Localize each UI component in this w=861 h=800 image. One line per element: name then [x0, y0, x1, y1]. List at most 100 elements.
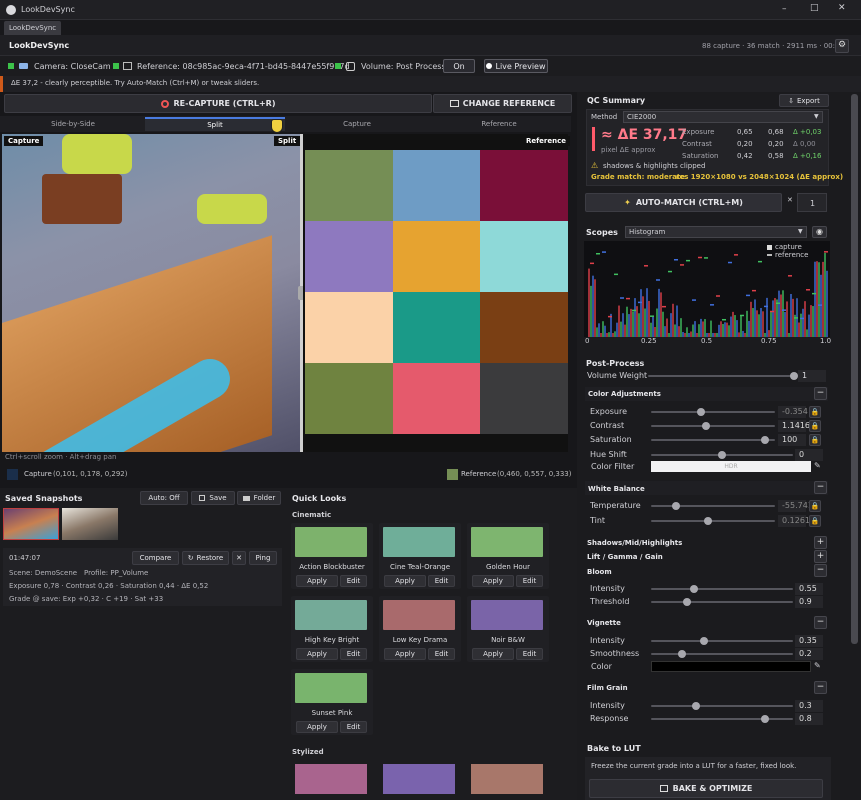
slider-knob[interactable] — [718, 451, 726, 459]
slider-track[interactable] — [651, 422, 775, 430]
stylized-swatch-3[interactable] — [471, 764, 543, 794]
edit-look-button[interactable]: Edit — [428, 648, 455, 660]
slider-track[interactable] — [651, 408, 775, 416]
look-swatch[interactable] — [295, 600, 367, 630]
snapshot-thumb-1[interactable] — [3, 508, 59, 540]
look-swatch[interactable] — [383, 600, 455, 630]
slider-value[interactable]: 0.8 — [795, 713, 823, 725]
edit-look-button[interactable]: Edit — [340, 648, 367, 660]
snapshot-thumb-2[interactable] — [62, 508, 118, 540]
apply-look-button[interactable]: Apply — [296, 721, 338, 733]
slider-track[interactable] — [651, 451, 793, 459]
slider-value[interactable]: 0.2 — [795, 648, 823, 660]
eyedropper-icon[interactable]: ✎ — [814, 661, 821, 670]
slider-value[interactable]: 100 — [778, 434, 806, 446]
slider-track[interactable] — [651, 585, 793, 593]
vignette-color-field[interactable] — [651, 661, 811, 672]
change-reference-button[interactable]: CHANGE REFERENCE — [433, 94, 572, 113]
collapse-vignette[interactable]: − — [814, 616, 827, 629]
slider-track[interactable] — [651, 650, 793, 658]
method-select[interactable]: CIE2000 ▼ — [623, 111, 823, 123]
slider-value[interactable]: 0.35 — [795, 635, 823, 647]
slider-track[interactable] — [651, 702, 793, 710]
delete-snapshot-button[interactable]: ✕ — [232, 551, 246, 565]
collapse-bloom[interactable]: − — [814, 564, 827, 577]
slider-knob[interactable] — [701, 422, 710, 430]
compare-button[interactable]: Compare — [132, 551, 179, 565]
slider-knob[interactable] — [671, 502, 680, 510]
tab-reference[interactable]: Reference — [429, 117, 569, 131]
slider-knob[interactable] — [760, 715, 769, 723]
edit-look-button[interactable]: Edit — [516, 648, 543, 660]
tab-lookdevsync[interactable]: LookDevSync — [4, 21, 61, 35]
slider-track[interactable] — [651, 502, 775, 510]
settings-gear-icon[interactable]: ⚙ — [835, 39, 849, 53]
edit-look-button[interactable]: Edit — [340, 575, 367, 587]
color-filter-field[interactable]: HDR — [651, 461, 811, 472]
slider-track[interactable] — [651, 436, 775, 444]
collapse-white-balance[interactable]: − — [814, 481, 827, 494]
volume-on-button[interactable]: On — [443, 59, 475, 73]
volume-label[interactable]: Volume: Post Process — [361, 62, 446, 71]
slider-track[interactable] — [651, 598, 793, 606]
minimize-icon[interactable]: – — [782, 4, 787, 14]
automatch-close-icon[interactable]: ✕ — [787, 196, 793, 204]
collapse-film-grain[interactable]: − — [814, 681, 827, 694]
export-button[interactable]: ⇩ Export — [779, 94, 829, 107]
apply-look-button[interactable]: Apply — [472, 648, 514, 660]
slider-track[interactable] — [651, 715, 793, 723]
slider-value[interactable]: 0.3 — [795, 700, 823, 712]
automatch-count[interactable]: 1 — [797, 193, 827, 212]
restore-button[interactable]: ↻ Restore — [182, 551, 229, 565]
eyedropper-icon[interactable]: ✎ — [814, 461, 821, 470]
lock-icon[interactable]: 🔒 — [809, 434, 821, 446]
recapture-button[interactable]: RE-CAPTURE (CTRL+R) — [4, 94, 432, 113]
auto-snapshot-button[interactable]: Auto: Off — [140, 491, 188, 505]
slider-knob[interactable] — [696, 408, 705, 416]
volume-weight-slider[interactable] — [648, 372, 798, 380]
slider-knob[interactable] — [682, 598, 691, 606]
save-snapshot-button[interactable]: Save — [191, 491, 235, 505]
maximize-icon[interactable]: □ — [810, 3, 819, 13]
eye-icon[interactable]: ◉ — [812, 226, 827, 238]
reference-image[interactable] — [303, 134, 568, 452]
camera-label[interactable]: Camera: CloseCam — [34, 62, 111, 71]
slider-track[interactable] — [651, 517, 775, 525]
slider-value[interactable]: 0.9 — [795, 596, 823, 608]
ping-button[interactable]: Ping — [249, 551, 277, 565]
scope-select[interactable]: Histogram ▼ — [625, 226, 807, 238]
slider-knob[interactable] — [689, 585, 698, 593]
slider-knob[interactable] — [790, 372, 798, 380]
look-swatch[interactable] — [383, 527, 455, 557]
edit-look-button[interactable]: Edit — [428, 575, 455, 587]
tab-split[interactable]: Split — [145, 117, 285, 131]
tab-side-by-side[interactable]: Side-by-Side — [4, 117, 142, 131]
expand-smh[interactable]: + — [814, 536, 827, 549]
slider-value[interactable]: 0.55 — [795, 583, 823, 595]
slider-value[interactable]: -0.354 — [778, 406, 808, 418]
reference-label[interactable]: Reference: 08c985ac-9eca-4f71-bd45-8447e… — [137, 62, 350, 71]
apply-look-button[interactable]: Apply — [296, 648, 338, 660]
look-swatch[interactable] — [295, 527, 367, 557]
look-swatch[interactable] — [471, 527, 543, 557]
apply-look-button[interactable]: Apply — [384, 575, 426, 587]
volume-weight-value[interactable]: 1 — [798, 370, 826, 382]
slider-value[interactable]: 0 — [795, 449, 823, 461]
bake-optimize-button[interactable]: BAKE & OPTIMIZE — [589, 779, 823, 798]
edit-look-button[interactable]: Edit — [340, 721, 367, 733]
slider-value[interactable]: 1.1416 — [778, 420, 810, 432]
slider-value[interactable]: 0.12617 — [778, 515, 815, 527]
apply-look-button[interactable]: Apply — [472, 575, 514, 587]
auto-match-button[interactable]: ✦ AUTO-MATCH (CTRL+M) — [585, 193, 782, 212]
lock-icon[interactable]: 🔒 — [809, 406, 821, 418]
right-scrollbar[interactable] — [851, 94, 858, 644]
apply-look-button[interactable]: Apply — [384, 648, 426, 660]
slider-track[interactable] — [651, 637, 793, 645]
live-preview-button[interactable]: Live Preview — [484, 59, 548, 73]
edit-look-button[interactable]: Edit — [516, 575, 543, 587]
look-swatch[interactable] — [471, 600, 543, 630]
close-icon[interactable]: ✕ — [838, 3, 846, 13]
collapse-color-adjust[interactable]: − — [814, 387, 827, 400]
slider-knob[interactable] — [699, 637, 708, 645]
lock-icon[interactable]: 🔒 — [809, 500, 821, 512]
